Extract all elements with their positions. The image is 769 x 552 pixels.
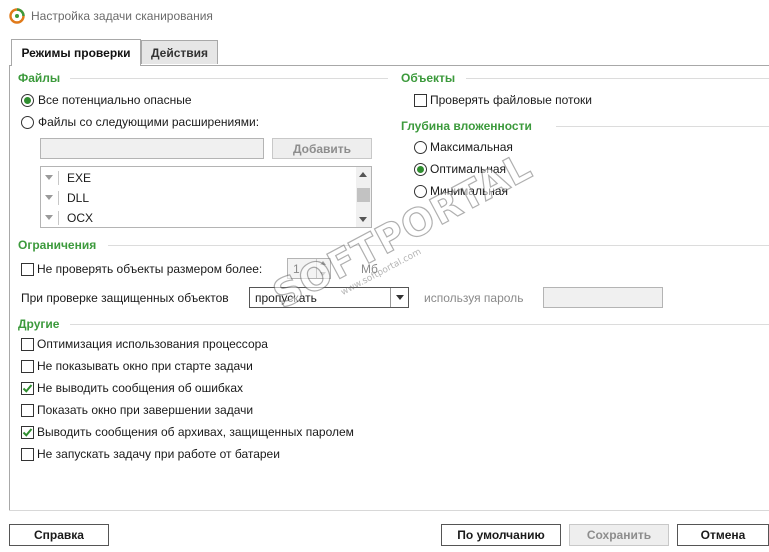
password-field[interactable] bbox=[543, 287, 663, 308]
list-item[interactable]: OCX bbox=[41, 208, 357, 228]
defaults-button[interactable]: По умолчанию bbox=[441, 524, 561, 546]
protected-objects-label: При проверке защищенных объектов bbox=[21, 291, 229, 305]
extension-label: OCX bbox=[67, 211, 94, 225]
extension-label: EXE bbox=[67, 171, 92, 185]
checkmark-icon bbox=[22, 384, 33, 393]
tab-actions[interactable]: Действия bbox=[141, 40, 218, 64]
extension-label: DLL bbox=[67, 191, 90, 205]
scroll-down-icon[interactable] bbox=[359, 217, 367, 222]
scroll-up-icon[interactable] bbox=[359, 172, 367, 177]
check-file-streams-label: Проверять файловые потоки bbox=[430, 93, 592, 107]
scroll-thumb[interactable] bbox=[357, 188, 370, 202]
radio-extensions[interactable] bbox=[21, 116, 34, 129]
panel-divider bbox=[9, 510, 769, 511]
check-show-window-end[interactable] bbox=[21, 404, 34, 417]
check-show-window-end-label: Показать окно при завершении задачи bbox=[37, 403, 254, 417]
check-file-streams[interactable] bbox=[414, 94, 427, 107]
chevron-down-icon bbox=[45, 195, 53, 200]
radio-depth-max-label: Максимальная bbox=[430, 140, 513, 154]
extensions-list[interactable]: EXE DLL OCX bbox=[40, 166, 372, 228]
radio-all-dangerous[interactable] bbox=[21, 94, 34, 107]
check-hide-window-start-label: Не показывать окно при старте задачи bbox=[37, 359, 253, 373]
radio-depth-max[interactable] bbox=[414, 141, 427, 154]
check-cpu-optimization[interactable] bbox=[21, 338, 34, 351]
radio-all-dangerous-label: Все потенциально опасные bbox=[38, 93, 192, 107]
cancel-button[interactable]: Отмена bbox=[677, 524, 769, 546]
chevron-down-icon bbox=[45, 215, 53, 220]
extension-input[interactable] bbox=[40, 138, 264, 159]
help-button[interactable]: Справка bbox=[9, 524, 109, 546]
list-item[interactable]: DLL bbox=[41, 188, 357, 208]
check-cpu-optimization-label: Оптимизация использования процессора bbox=[37, 337, 268, 351]
radio-depth-optimal[interactable] bbox=[414, 163, 427, 176]
objects-section-header: Объекты bbox=[401, 71, 456, 85]
tab-scan-modes[interactable]: Режимы проверки bbox=[11, 39, 141, 66]
check-archive-password-messages-label: Выводить сообщения об архивах, защищенны… bbox=[37, 425, 354, 439]
check-size-limit[interactable] bbox=[21, 263, 34, 276]
objects-section-divider bbox=[466, 78, 769, 79]
limits-section-header: Ограничения bbox=[18, 238, 97, 252]
check-hide-window-start[interactable] bbox=[21, 360, 34, 373]
depth-section-header: Глубина вложенности bbox=[401, 119, 532, 133]
files-section-divider bbox=[70, 78, 388, 79]
app-logo-icon bbox=[9, 8, 25, 24]
files-section-header: Файлы bbox=[18, 71, 61, 85]
check-archive-password-messages[interactable] bbox=[21, 426, 34, 439]
check-no-error-messages-label: Не выводить сообщения об ошибках bbox=[37, 381, 243, 395]
depth-section-divider bbox=[556, 126, 769, 127]
check-battery[interactable] bbox=[21, 448, 34, 461]
check-no-error-messages[interactable] bbox=[21, 382, 34, 395]
list-scrollbar[interactable] bbox=[356, 167, 371, 227]
radio-extensions-label: Файлы со следующими расширениями: bbox=[38, 115, 260, 129]
check-battery-label: Не запускать задачу при работе от батаре… bbox=[37, 447, 280, 461]
list-item[interactable]: EXE bbox=[41, 168, 357, 188]
checkmark-icon bbox=[22, 428, 33, 437]
chevron-down-icon bbox=[45, 175, 53, 180]
check-size-limit-label: Не проверять объекты размером более: bbox=[37, 262, 263, 276]
add-extension-button[interactable]: Добавить bbox=[272, 138, 372, 159]
window-title: Настройка задачи сканирования bbox=[31, 9, 213, 23]
save-button[interactable]: Сохранить bbox=[569, 524, 669, 546]
other-section-header: Другие bbox=[18, 317, 60, 331]
